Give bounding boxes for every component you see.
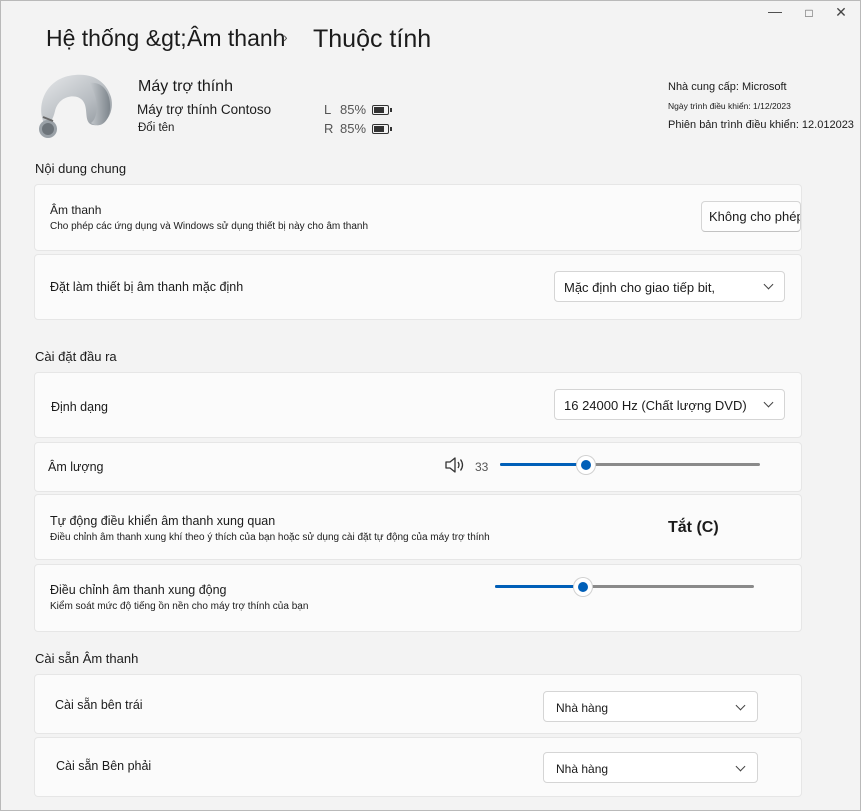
chevron-down-icon: [763, 397, 774, 408]
default-device-value: Mặc định cho giao tiếp bit,: [564, 280, 716, 295]
driver-date-info: Ngày trình điều khiển: 1/12/2023: [668, 101, 791, 111]
slider-thumb[interactable]: [574, 578, 593, 596]
minimize-button[interactable]: —: [765, 3, 785, 19]
breadcrumb-system[interactable]: Hệ thống &gt;: [46, 25, 187, 52]
device-name: Máy trợ thính: [138, 78, 233, 95]
ambient-slider[interactable]: [495, 577, 754, 597]
speaker-icon[interactable]: [444, 456, 466, 474]
breadcrumb-sound[interactable]: Âm thanh: [187, 25, 285, 52]
default-device-select[interactable]: Mặc định cho giao tiếp bit,: [554, 271, 785, 302]
left-preset-card: Cài sẵn bên trái Nhà hàng: [34, 674, 802, 734]
breadcrumb-chevron-icon: ›: [283, 29, 288, 45]
right-preset-card: Cài sẵn Bên phải Nhà hàng: [34, 737, 802, 797]
chevron-down-icon: [735, 700, 746, 711]
chevron-down-icon: [735, 761, 746, 772]
battery-value: 85%: [340, 121, 367, 136]
maximize-button[interactable]: □: [799, 6, 819, 20]
battery-side-label: R: [324, 121, 334, 136]
volume-card: Âm lượng 33: [34, 442, 802, 492]
vendor-info: Nhà cung cấp: Microsoft: [668, 81, 787, 93]
auto-ambient-state[interactable]: Tắt (C): [668, 519, 719, 537]
volume-title: Âm lượng: [48, 460, 104, 474]
settings-window: — □ ✕ Hệ thống &gt; Âm thanh › Thuộc tín…: [0, 0, 861, 811]
section-title-presets: Cài sẵn Âm thanh: [35, 651, 139, 666]
section-title-general: Nội dung chung: [35, 161, 127, 176]
battery-value: 85%: [340, 102, 367, 117]
volume-slider[interactable]: [500, 455, 760, 475]
disallow-button[interactable]: Không cho phép: [701, 201, 801, 232]
left-preset-select[interactable]: Nhà hàng: [543, 691, 758, 722]
right-preset-select[interactable]: Nhà hàng: [543, 752, 758, 783]
close-button[interactable]: ✕: [831, 4, 851, 21]
left-preset-title: Cài sẵn bên trái: [55, 698, 143, 712]
device-model: Máy trợ thính Contoso: [137, 102, 272, 117]
battery-right: R 85%: [324, 121, 393, 136]
format-value: 16 24000 Hz (Chất lượng DVD): [564, 398, 747, 413]
slider-thumb[interactable]: [576, 456, 595, 474]
chevron-down-icon: [763, 279, 774, 290]
slider-fill: [495, 585, 584, 588]
driver-version-info: Phiên bản trình điều khiển: 12.012023: [668, 119, 854, 131]
auto-ambient-card: Tự động điều khiển âm thanh xung quan Đi…: [34, 494, 802, 560]
battery-icon: [372, 105, 393, 115]
format-card: Định dạng 16 24000 Hz (Chất lượng DVD): [34, 372, 802, 438]
right-preset-value: Nhà hàng: [556, 762, 609, 776]
format-select[interactable]: 16 24000 Hz (Chất lượng DVD): [554, 389, 785, 420]
battery-left: L 85%: [324, 102, 393, 117]
rename-link[interactable]: Đổi tên: [138, 122, 174, 134]
audio-title: Âm thanh: [50, 203, 102, 217]
audio-description: Cho phép các ứng dụng và Windows sử dụng…: [50, 221, 369, 232]
default-device-title: Đặt làm thiết bị âm thanh mặc định: [50, 280, 244, 294]
ambient-description: Kiểm soát mức độ tiếng ồn nền cho máy tr…: [50, 601, 309, 612]
ambient-title: Điều chỉnh âm thanh xung động: [50, 583, 227, 597]
battery-icon: [372, 124, 393, 134]
volume-value: 33: [475, 460, 489, 474]
ambient-card: Điều chỉnh âm thanh xung động Kiểm soát …: [34, 564, 802, 632]
format-title: Định dạng: [51, 400, 108, 414]
auto-ambient-description: Điều chỉnh âm thanh xung khí theo ý thíc…: [50, 532, 490, 543]
section-title-output: Cài đặt đầu ra: [35, 349, 117, 364]
slider-fill: [500, 463, 586, 466]
left-preset-value: Nhà hàng: [556, 701, 609, 715]
right-preset-title: Cài sẵn Bên phải: [56, 759, 152, 773]
battery-side-label: L: [324, 102, 332, 117]
audio-card: Âm thanh Cho phép các ứng dụng và Window…: [34, 184, 802, 251]
hearing-aid-image: [39, 74, 112, 138]
default-device-card: Đặt làm thiết bị âm thanh mặc định Mặc đ…: [34, 254, 802, 320]
auto-ambient-title: Tự động điều khiển âm thanh xung quan: [50, 514, 276, 528]
page-title: Thuộc tính: [313, 25, 432, 53]
